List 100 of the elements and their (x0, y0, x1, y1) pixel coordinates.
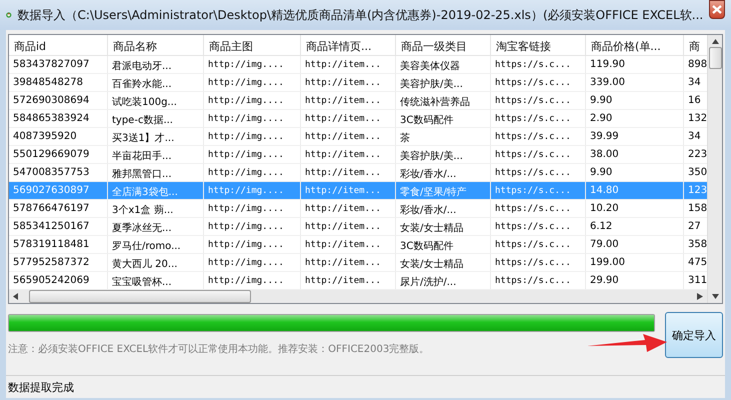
table-cell: 雅邦黑管口... (108, 164, 204, 181)
table-cell: 君派电动牙... (108, 56, 204, 73)
table-cell: 美容美体仪器 (396, 56, 491, 73)
table-cell: 全店满3袋包... (108, 182, 204, 199)
table-cell: https://s.c... (491, 110, 586, 127)
table-cell: http://item... (301, 200, 396, 217)
table-cell: 3C数码配件 (396, 110, 491, 127)
scrollbar-thumb[interactable] (708, 47, 722, 69)
table-cell: 美容护肤/美... (396, 74, 491, 91)
table-cell: 彩妆/香水/... (396, 164, 491, 181)
table-cell: 29.90 (586, 272, 684, 289)
table-cell: https://s.c... (491, 272, 586, 289)
column-header[interactable]: 商品名称 (108, 35, 204, 55)
table-cell: https://s.c... (491, 92, 586, 109)
table-cell: 2.90 (586, 110, 684, 127)
table-cell: 3个x1盒 蒴... (108, 200, 204, 217)
table-cell: https://s.c... (491, 236, 586, 253)
table-cell: http://img.... (204, 218, 301, 235)
table-cell: 547008357753 (9, 164, 108, 181)
table-cell: http://item... (301, 74, 396, 91)
column-header[interactable]: 商品价格(单... (586, 35, 684, 55)
column-header[interactable]: 商品id (9, 35, 108, 55)
table-cell: 39.99 (586, 128, 684, 145)
horizontal-scrollbar[interactable] (9, 290, 708, 303)
table-cell: http://item... (301, 92, 396, 109)
table-cell: 578766476197 (9, 200, 108, 217)
confirm-import-button[interactable]: 确定导入 (665, 312, 723, 358)
table-cell: 女装/女士精品 (396, 218, 491, 235)
column-header[interactable]: 商品详情页... (301, 35, 396, 55)
table-cell: http://img.... (204, 164, 301, 181)
table-cell: 569027630897 (9, 182, 108, 199)
table-cell: 尿片/洗护/... (396, 272, 491, 289)
table-cell: 3C数码配件 (396, 236, 491, 253)
table-cell: http://img.... (204, 56, 301, 73)
table-cell: 女装/女士精品 (396, 254, 491, 271)
table-cell: http://img.... (204, 74, 301, 91)
table-cell: 百雀羚水能... (108, 74, 204, 91)
table-cell: 577952587372 (9, 254, 108, 271)
table-cell: 宝宝吸管杯... (108, 272, 204, 289)
table-cell: type-c数据... (108, 110, 204, 127)
table-cell: http://item... (301, 164, 396, 181)
table-cell: http://item... (301, 236, 396, 253)
close-icon (712, 5, 722, 14)
table-cell: 79.00 (586, 236, 684, 253)
notice-text: 注意：必须安装OFFICE EXCEL软件才可以正常使用本功能。推荐安装：OFFICE2003完整版。 (8, 342, 430, 356)
table-cell: 38.00 (586, 146, 684, 163)
table-cell: http://img.... (204, 200, 301, 217)
scroll-up-icon[interactable] (712, 39, 719, 44)
table-cell: http://item... (301, 272, 396, 289)
table-cell: 199.00 (586, 254, 684, 271)
table-cell: https://s.c... (491, 74, 586, 91)
table-cell: 美容护肤/美... (396, 146, 491, 163)
table-cell: 传统滋补营养品 (396, 92, 491, 109)
table-cell: http://item... (301, 254, 396, 271)
table-cell: http://item... (301, 146, 396, 163)
column-header[interactable]: 商品一级类目 (396, 35, 491, 55)
table-cell: http://item... (301, 128, 396, 145)
table-cell: 565905242069 (9, 272, 108, 289)
table-cell: 买3送1】才... (108, 128, 204, 145)
table-cell: 583437827097 (9, 56, 108, 73)
table-cell: 试吃装100g... (108, 92, 204, 109)
scroll-down-icon[interactable] (712, 294, 719, 299)
scroll-left-icon[interactable] (13, 292, 19, 300)
table-cell: 4087395920 (9, 128, 108, 145)
close-button[interactable] (709, 0, 725, 19)
table-cell: 572690308694 (9, 92, 108, 109)
vertical-scrollbar[interactable] (707, 35, 722, 303)
table-cell: http://item... (301, 110, 396, 127)
scroll-right-icon[interactable] (697, 292, 704, 300)
table-cell: 550129669079 (9, 146, 108, 163)
table-cell: http://img.... (204, 128, 301, 145)
table-cell: https://s.c... (491, 56, 586, 73)
table-cell: 10.20 (586, 200, 684, 217)
table-cell: 零食/坚果/特产 (396, 182, 491, 199)
table-cell: 6.12 (586, 218, 684, 235)
table-cell: 578319118481 (9, 236, 108, 253)
table-cell: 584865383924 (9, 110, 108, 127)
table-cell: 夏季冰丝无... (108, 218, 204, 235)
table-cell: 半亩花田手... (108, 146, 204, 163)
table-cell: http://img.... (204, 146, 301, 163)
table-cell: https://s.c... (491, 200, 586, 217)
table-cell: http://item... (301, 182, 396, 199)
status-text: 数据提取完成 (6, 375, 725, 398)
table-cell: http://img.... (204, 236, 301, 253)
table-cell: 39848548278 (9, 74, 108, 91)
table-cell: http://item... (301, 218, 396, 235)
column-header[interactable]: 商品主图 (204, 35, 301, 55)
arrow-icon (587, 332, 667, 354)
table-cell: 罗马仕/romo... (108, 236, 204, 253)
table-cell: https://s.c... (491, 182, 586, 199)
table-cell: http://img.... (204, 110, 301, 127)
table-cell: https://s.c... (491, 254, 586, 271)
table-cell: https://s.c... (491, 164, 586, 181)
column-header[interactable]: 淘宝客链接 (491, 35, 586, 55)
table-cell: https://s.c... (491, 128, 586, 145)
scrollbar-thumb[interactable] (29, 290, 251, 303)
table-cell: http://img.... (204, 92, 301, 109)
table-cell: 339.00 (586, 74, 684, 91)
table-cell: https://s.c... (491, 218, 586, 235)
table-cell: 585341250167 (9, 218, 108, 235)
